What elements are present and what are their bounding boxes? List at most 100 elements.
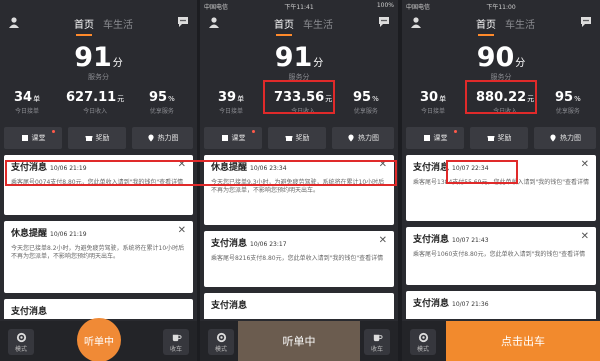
mode-button[interactable]: 模式	[8, 329, 34, 355]
premium-value: 95	[149, 90, 168, 105]
stat-premium: 95% 优享服务	[353, 90, 379, 115]
close-icon[interactable]: ✕	[581, 160, 589, 170]
message-list: 休息提醒 10/06 23:34 ✕ 今天您已接单9.3小时，为避免疲劳驾驶，系统…	[204, 155, 394, 319]
reward-label: 奖励	[95, 134, 110, 142]
stat-orders: 30单 今日接单	[420, 90, 446, 115]
income-value: 733.56	[274, 90, 325, 105]
message-card[interactable]: 休息提醒 10/06 21:19 ✕ 今天您已接单8.2小时，为避免疲劳驾驶，系统…	[4, 221, 193, 293]
collect-button[interactable]: 收车	[364, 329, 390, 355]
service-score: 91分	[0, 42, 197, 73]
card-date: 10/06 23:34	[250, 165, 287, 172]
reward-button[interactable]: 奖励	[68, 127, 126, 149]
listening-button[interactable]: 听单中	[238, 321, 360, 361]
income-label: 今日收入	[83, 108, 108, 115]
gift-icon	[487, 136, 494, 141]
listening-button[interactable]: 听单中	[77, 318, 121, 361]
message-card[interactable]: 支付消息 10/07 22:34 ✕ 乘客尾号1384支付55.69元，您此单收入…	[406, 155, 596, 221]
reward-button[interactable]: 奖励	[268, 127, 326, 149]
orders-value: 39	[218, 90, 237, 105]
action-row: 课堂 奖励 热力图	[200, 127, 398, 151]
mode-button[interactable]: 模式	[410, 329, 436, 355]
message-card[interactable]: 支付消息 10/07 21:36	[406, 291, 596, 319]
reward-label: 奖励	[497, 134, 512, 142]
card-date: 10/07 21:36	[452, 301, 489, 308]
class-label: 课堂	[31, 134, 46, 142]
bottom-bar: 模式 点击出车	[402, 321, 600, 361]
message-card[interactable]: 支付消息 10/06 23:17 ✕ 乘客尾号8216支付8.80元，您此单收入请…	[204, 231, 394, 287]
book-icon	[221, 135, 228, 141]
book-icon	[423, 135, 430, 141]
score-unit: 分	[515, 58, 526, 69]
message-card[interactable]: 休息提醒 10/06 23:34 ✕ 今天您已接单9.3小时，为避免疲劳驾驶，系统…	[204, 155, 394, 225]
card-body: 乘客尾号0074支付8.80元，您此单收入请到"我的钱包"查看详情	[11, 179, 184, 186]
status-bar: 中国电信 下午11:00	[402, 0, 600, 12]
notification-dot	[52, 130, 55, 133]
class-button[interactable]: 课堂	[204, 127, 262, 149]
tab-car-life[interactable]: 车生活	[505, 16, 535, 31]
card-body: 乘客尾号1384支付55.69元，您此单收入请到"我的钱包"查看详情	[413, 179, 589, 186]
message-card[interactable]: 支付消息	[204, 293, 394, 319]
message-card[interactable]: 支付消息 10/07 21:43 ✕ 乘客尾号1060支付8.80元，您此单收入请…	[406, 227, 596, 285]
user-icon[interactable]	[208, 16, 220, 28]
heatmap-button[interactable]: 热力图	[132, 127, 193, 149]
stat-income: 733.56元 今日收入	[274, 90, 332, 115]
gear-icon	[16, 332, 26, 343]
message-card[interactable]: 支付消息	[4, 299, 193, 319]
premium-unit: %	[574, 95, 581, 103]
reward-button[interactable]: 奖励	[470, 127, 528, 149]
card-title: 支付消息	[11, 163, 48, 173]
card-date: 10/06 23:17	[250, 241, 287, 248]
class-button[interactable]: 课堂	[406, 127, 464, 149]
start-driving-button[interactable]: 点击出车	[446, 321, 600, 361]
user-icon[interactable]	[410, 16, 422, 28]
tab-car-life[interactable]: 车生活	[103, 16, 133, 31]
close-icon[interactable]: ✕	[178, 226, 186, 236]
heatmap-label: 热力图	[560, 134, 581, 142]
gift-icon	[85, 136, 92, 141]
card-title: 休息提醒	[11, 229, 48, 239]
orders-unit: 单	[237, 95, 245, 103]
reward-label: 奖励	[295, 134, 310, 142]
premium-value: 95	[353, 90, 372, 105]
status-bar: 中国电信 下午11:41 100%	[200, 0, 398, 12]
status-time: 下午11:00	[486, 4, 516, 11]
income-label: 今日收入	[493, 108, 518, 115]
gear-icon	[418, 332, 428, 343]
orders-label: 今日接单	[15, 108, 40, 115]
tab-home[interactable]: 首页	[74, 16, 94, 36]
class-label: 课堂	[433, 134, 448, 142]
card-title: 支付消息	[211, 239, 248, 249]
heatmap-button[interactable]: 热力图	[332, 127, 394, 149]
orders-value: 30	[420, 90, 439, 105]
class-label: 课堂	[231, 134, 246, 142]
stat-premium: 95% 优享服务	[555, 90, 581, 115]
collect-button[interactable]: 收车	[163, 329, 189, 355]
close-icon[interactable]: ✕	[581, 232, 589, 242]
notification-dot	[252, 130, 255, 133]
card-title: 支付消息	[413, 299, 450, 309]
tab-home[interactable]: 首页	[274, 16, 294, 36]
score-unit: 分	[112, 58, 123, 69]
header: 首页 车生活	[200, 12, 398, 36]
tab-home[interactable]: 首页	[476, 16, 496, 36]
user-icon[interactable]	[8, 16, 20, 28]
card-date: 10/06 21:19	[50, 165, 87, 172]
score-value: 91	[74, 42, 112, 73]
message-icon[interactable]	[580, 16, 592, 28]
message-icon[interactable]	[177, 16, 189, 28]
message-icon[interactable]	[378, 16, 390, 28]
close-icon[interactable]: ✕	[178, 160, 186, 170]
phone-screen-3: 中国电信 下午11:00 首页 车生活 90分 服务分 30单 今日接单 880…	[402, 0, 600, 361]
score-value: 91	[274, 42, 313, 73]
close-icon[interactable]: ✕	[379, 160, 387, 170]
heatmap-button[interactable]: 热力图	[534, 127, 596, 149]
message-card[interactable]: 支付消息 10/06 21:19 ✕ 乘客尾号0074支付8.80元，您此单收入请…	[4, 155, 193, 215]
stat-income: 627.11元 今日收入	[66, 90, 124, 115]
tab-car-life[interactable]: 车生活	[303, 16, 333, 31]
income-value: 627.11	[66, 90, 117, 105]
score-label: 服务分	[490, 73, 512, 81]
close-icon[interactable]: ✕	[379, 236, 387, 246]
mode-button[interactable]: 模式	[208, 329, 234, 355]
stat-income: 880.22元 今日收入	[476, 90, 534, 115]
class-button[interactable]: 课堂	[4, 127, 62, 149]
